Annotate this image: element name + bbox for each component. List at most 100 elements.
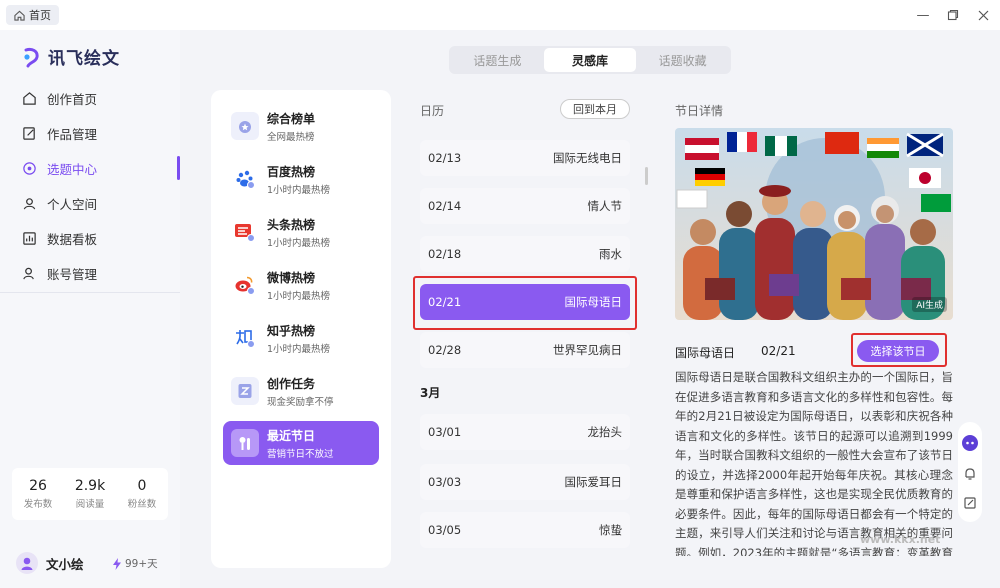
day-date: 02/13 [428, 151, 462, 165]
rank-list: 综合榜单全网最热榜 百度热榜 1小时内最热榜 头条热榜 1小时内最热榜 微博热榜 1小… [211, 90, 391, 568]
lightning-icon [113, 557, 121, 570]
home-tab[interactable]: 首页 [6, 5, 59, 25]
sidebar-divider [0, 292, 180, 293]
month-header: 3月 [420, 386, 441, 400]
ai-generated-tag: AI生成 [912, 297, 947, 312]
day-festival: 世界罕见病日 [553, 343, 622, 357]
day-festival: 雨水 [599, 247, 622, 261]
rank-item-toutiao[interactable]: 头条热榜 1小时内最热榜 [223, 210, 379, 254]
bell-icon[interactable] [963, 467, 977, 481]
calendar-scrollbar[interactable] [645, 167, 648, 185]
stat-published: 26 发布数 [23, 478, 53, 510]
sidebar-item-dashboard[interactable]: 数据看板 [0, 223, 180, 253]
user-stats: 26 发布数 2.9k 阅读量 0 粉丝数 [12, 468, 168, 520]
calendar-day[interactable]: 03/03 国际爱耳日 [420, 464, 630, 500]
feedback-edit-icon[interactable] [963, 496, 977, 510]
rank-title: 百度热榜 [267, 164, 316, 179]
rank-item-zhihu[interactable]: 知乎热榜 1小时内最热榜 [223, 316, 379, 360]
rank-title: 创作任务 [267, 376, 316, 391]
close-icon[interactable] [974, 6, 992, 24]
sidebar-item-accounts[interactable]: 账号管理 [0, 258, 180, 288]
rank-subtitle: 1小时内最热榜 [267, 237, 331, 249]
target-icon [23, 161, 36, 175]
sidebar: 讯飞绘文 创作首页 作品管理 选题中心 个人空间 数据看板 账号管理 26发布 [0, 30, 180, 588]
festival-name: 国际母语日 [675, 346, 736, 360]
app-logo: 讯飞绘文 [22, 44, 120, 69]
sidebar-item-label: 账号管理 [47, 266, 98, 282]
day-date: 03/01 [428, 425, 462, 439]
rank-title: 知乎热榜 [267, 323, 316, 338]
vip-days-label: 99+天 [125, 558, 158, 570]
rank-title: 微博热榜 [267, 270, 316, 285]
calendar-day[interactable]: 03/01 龙抬头 [420, 414, 630, 450]
day-date: 02/14 [428, 199, 462, 213]
sidebar-item-label: 个人空间 [47, 196, 98, 212]
toutiao-icon [231, 218, 259, 246]
detail-label: 节日详情 [675, 104, 724, 118]
user-profile[interactable]: 文小绘 [16, 552, 84, 574]
calendar-day[interactable]: 02/28 世界罕见病日 [420, 332, 630, 368]
home-icon [14, 10, 25, 21]
sidebar-item-label: 数据看板 [47, 231, 98, 247]
edit-icon [23, 126, 35, 140]
calendar-day[interactable]: 02/18 雨水 [420, 236, 630, 272]
logo-icon [24, 47, 39, 67]
festival-date: 02/21 [761, 344, 796, 358]
assistant-icon[interactable] [961, 434, 979, 452]
rank-item-creation-task[interactable]: 创作任务 现金奖励拿不停 [223, 369, 379, 413]
account-icon [23, 267, 34, 279]
sidebar-item-label: 作品管理 [47, 126, 98, 142]
medal-icon [231, 112, 259, 140]
sidebar-item-topic-center[interactable]: 选题中心 [0, 153, 180, 183]
watermark: www.kkx.net [860, 533, 941, 546]
day-date: 02/28 [428, 343, 462, 357]
floating-toolbar [958, 422, 982, 522]
day-festival: 龙抬头 [587, 425, 623, 439]
rank-title: 综合榜单 [267, 111, 316, 126]
sidebar-item-works[interactable]: 作品管理 [0, 118, 180, 148]
stat-reads: 2.9k 阅读量 [74, 478, 106, 510]
calendar-day[interactable]: 02/13 国际无线电日 [420, 140, 630, 176]
day-festival: 惊蛰 [599, 523, 622, 537]
calendar-label: 日历 [420, 104, 445, 118]
festival-description: 国际母语日是联合国教科文组织主办的一个国际日，旨在促进多语言教育和多语言文化的多… [675, 370, 953, 556]
rank-subtitle: 1小时内最热榜 [267, 290, 331, 302]
calendar-day[interactable]: 02/14 情人节 [420, 188, 630, 224]
sidebar-item-create-home[interactable]: 创作首页 [0, 83, 180, 113]
rank-item-baidu[interactable]: 百度热榜 1小时内最热榜 [223, 157, 379, 201]
person-icon [23, 197, 36, 209]
main-content: 话题生成 灵感库 话题收藏 综合榜单全网最热榜 百度热榜 1小时内最热榜 头条热榜… [180, 30, 1000, 588]
day-date: 03/05 [428, 523, 462, 537]
choose-button-highlight [851, 333, 947, 367]
home-tab-label: 首页 [29, 9, 51, 22]
tab-topic-favorites[interactable]: 话题收藏 [636, 48, 729, 72]
minimize-icon[interactable]: — [914, 6, 932, 24]
rank-item-recent-festivals[interactable]: 最近节日 营销节日不放过 [223, 421, 379, 465]
rank-title: 头条热榜 [267, 217, 316, 232]
task-card-icon [231, 377, 259, 405]
vip-days[interactable]: 99+天 [112, 556, 158, 571]
maximize-icon[interactable] [944, 6, 962, 24]
stat-fans: 0 粉丝数 [127, 478, 157, 510]
sidebar-item-personal-space[interactable]: 个人空间 [0, 188, 180, 218]
day-date: 02/18 [428, 247, 462, 261]
rank-subtitle: 1小时内最热榜 [267, 343, 331, 355]
tab-topic-generate[interactable]: 话题生成 [451, 48, 544, 72]
avatar [16, 552, 38, 574]
zhihu-icon [231, 324, 259, 352]
segment-tabs: 话题生成 灵感库 话题收藏 [449, 46, 731, 74]
rank-title: 最近节日 [267, 428, 316, 443]
sidebar-item-label: 选题中心 [47, 161, 98, 177]
tab-inspiration[interactable]: 灵感库 [543, 48, 637, 72]
rank-subtitle: 1小时内最热榜 [267, 184, 331, 196]
rank-item-overall[interactable]: 综合榜单 全网最热榜 [223, 104, 379, 148]
chart-icon [23, 231, 36, 245]
festival-icon [231, 429, 259, 457]
baidu-paw-icon [231, 165, 259, 193]
title-bar: 首页 — [0, 0, 1000, 30]
app-window: 首页 — 讯飞绘文 创作首页 作品管理 选题中心 个人空间 数据看板 账号管理 … [0, 0, 1000, 588]
rank-subtitle: 全网最热榜 [267, 131, 315, 143]
calendar-day[interactable]: 03/05 惊蛰 [420, 512, 630, 548]
rank-item-weibo[interactable]: 微博热榜 1小时内最热榜 [223, 263, 379, 307]
back-to-month-button[interactable]: 回到本月 [560, 99, 630, 119]
